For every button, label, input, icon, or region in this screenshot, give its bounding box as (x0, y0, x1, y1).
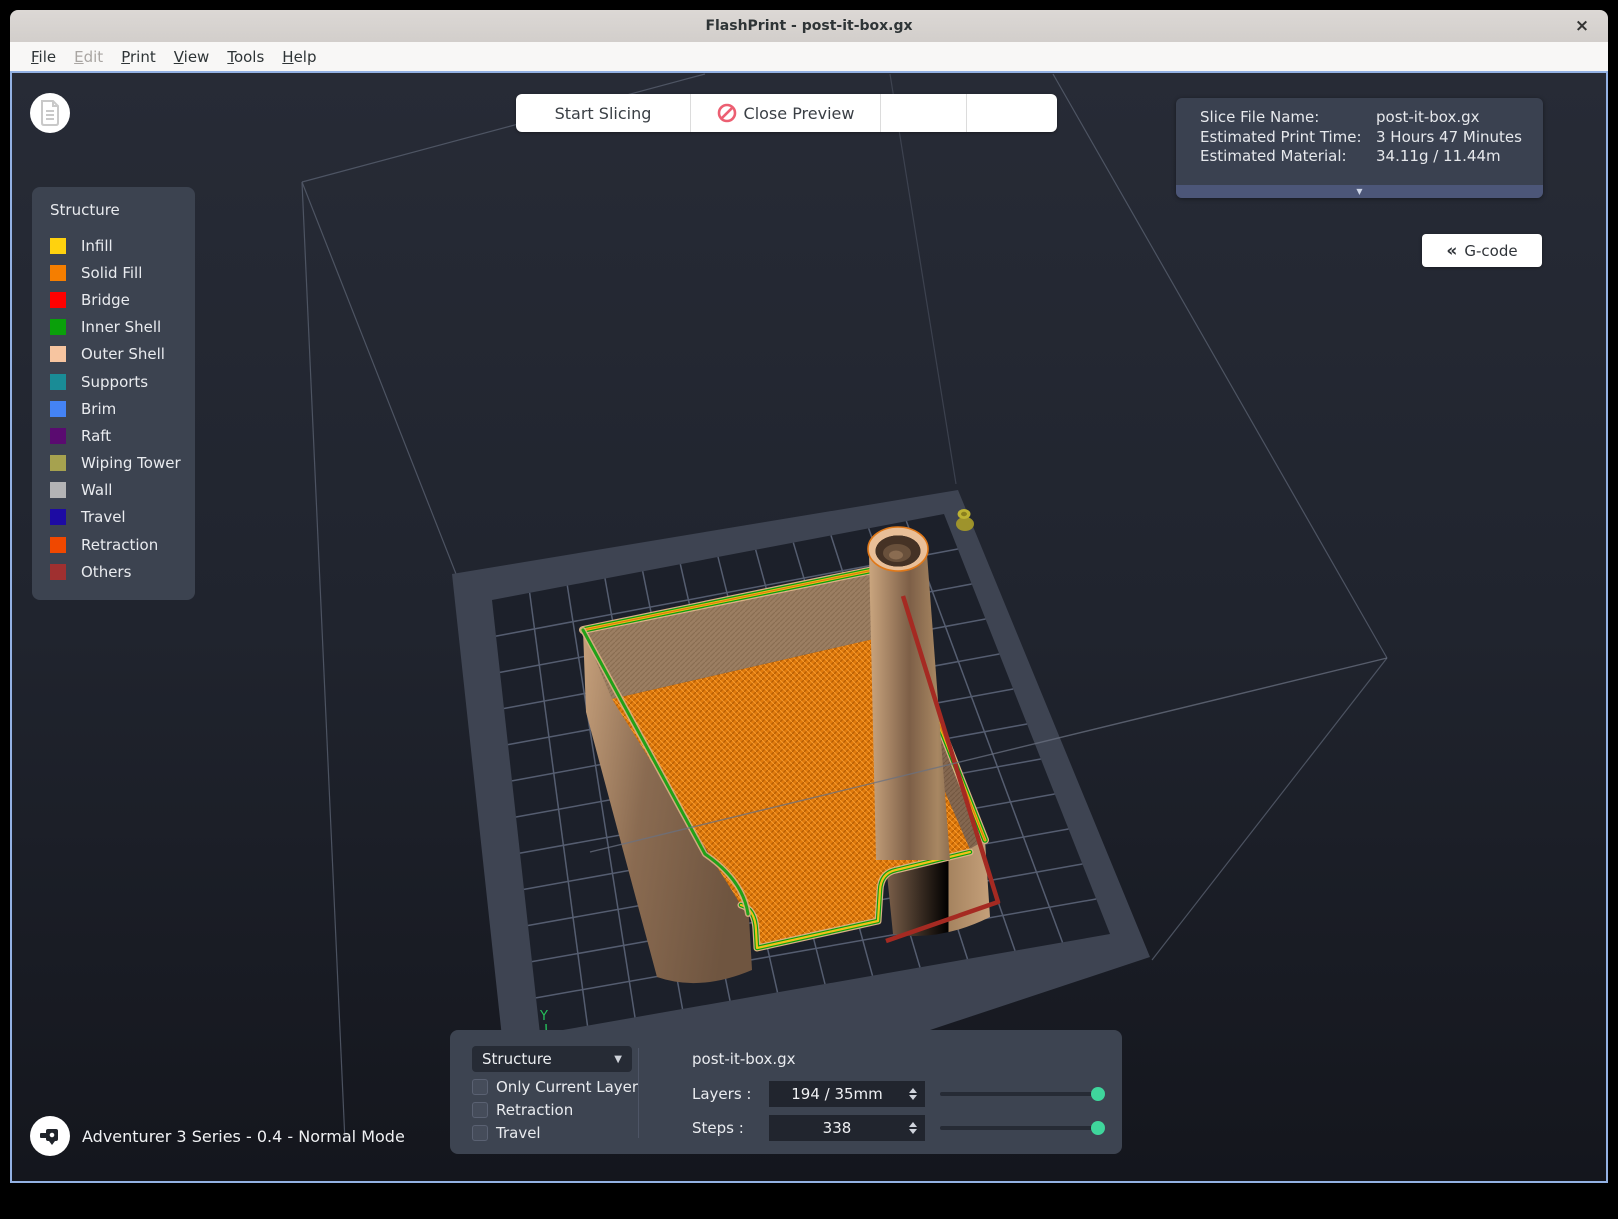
legend-item-others: Others (50, 558, 195, 585)
layers-slider[interactable] (940, 1086, 1105, 1102)
menu-print[interactable]: Print (112, 45, 165, 69)
steps-label: Steps : (692, 1119, 769, 1137)
spinner-arrows-icon[interactable] (905, 1122, 925, 1134)
info-panel-collapse-handle[interactable]: ▼ (1176, 185, 1543, 198)
window-title: FlashPrint - post-it-box.gx (705, 18, 912, 34)
legend-item-supports: Supports (50, 368, 195, 395)
start-slicing-button[interactable]: Start Slicing (516, 94, 691, 132)
legend-item-brim: Brim (50, 395, 195, 422)
material-row: Estimated Material: 34.11g / 11.44m (1200, 147, 1543, 167)
legend-item-travel: Travel (50, 504, 195, 531)
outer-shell-swatch (50, 346, 66, 362)
wiping-tower-swatch (50, 455, 66, 471)
printer-status-text: Adventurer 3 Series - 0.4 - Normal Mode (82, 1127, 405, 1146)
chevron-down-icon: ▼ (614, 1054, 622, 1065)
legend-item-outer-shell: Outer Shell (50, 341, 195, 368)
slice-file-name-row: Slice File Name: post-it-box.gx (1200, 108, 1543, 128)
double-chevron-left-icon: « (1446, 241, 1457, 261)
material-value: 34.11g / 11.44m (1376, 147, 1501, 167)
legend-item-wall: Wall (50, 477, 195, 504)
slider-track (940, 1126, 1105, 1130)
printer-select-button[interactable] (30, 1116, 70, 1156)
print-time-value: 3 Hours 47 Minutes (1376, 128, 1522, 148)
print-time-row: Estimated Print Time: 3 Hours 47 Minutes (1200, 128, 1543, 148)
legend-item-raft: Raft (50, 422, 195, 449)
extruder-icon (38, 1124, 62, 1148)
legend-item-wiping-tower: Wiping Tower (50, 450, 195, 477)
steps-slider[interactable] (940, 1120, 1105, 1136)
toolbar-empty-cell-1[interactable] (881, 94, 967, 132)
menu-edit: Edit (65, 45, 112, 69)
retraction-swatch (50, 537, 66, 553)
layers-value: 194 / 35mm (769, 1085, 905, 1103)
steps-slider-knob[interactable] (1091, 1121, 1105, 1135)
layers-label: Layers : (692, 1085, 769, 1103)
brim-swatch (50, 401, 66, 417)
others-swatch (50, 564, 66, 580)
only-current-layer-checkbox[interactable]: Only Current Layer (472, 1078, 632, 1095)
collapse-arrow-icon: ▼ (1356, 187, 1362, 196)
menu-tools[interactable]: Tools (218, 45, 273, 69)
spinner-arrows-icon[interactable] (905, 1088, 925, 1100)
preview-toolbar: Start Slicing Close Preview (516, 94, 1057, 132)
layers-slider-knob[interactable] (1091, 1087, 1105, 1101)
legend-item-inner-shell: Inner Shell (50, 314, 195, 341)
preview-file-name: post-it-box.gx (692, 1050, 1108, 1068)
panel-divider (638, 1048, 639, 1138)
svg-text:Y: Y (539, 1009, 548, 1024)
slice-info-panel: Slice File Name: post-it-box.gx Estimate… (1176, 98, 1543, 198)
view-mode-dropdown[interactable]: Structure ▼ (472, 1046, 632, 1072)
travel-swatch (50, 509, 66, 525)
prohibition-icon (717, 103, 737, 123)
solid-fill-swatch (50, 265, 66, 281)
steps-spinbox[interactable]: 338 (769, 1115, 925, 1141)
legend-item-infill: Infill (50, 232, 195, 259)
checkbox-box (472, 1102, 488, 1118)
supports-swatch (50, 374, 66, 390)
legend-title: Structure (50, 201, 195, 219)
gcode-button[interactable]: « G-code (1422, 234, 1542, 267)
legend-item-bridge: Bridge (50, 286, 195, 313)
legend-item-solid-fill: Solid Fill (50, 259, 195, 286)
inner-shell-swatch (50, 319, 66, 335)
checkbox-box (472, 1125, 488, 1141)
printer-status: Adventurer 3 Series - 0.4 - Normal Mode (30, 1116, 405, 1156)
menu-help[interactable]: Help (273, 45, 325, 69)
close-window-button[interactable]: × (1570, 14, 1594, 38)
raft-swatch (50, 428, 66, 444)
menu-file[interactable]: File (22, 45, 65, 69)
legend-item-retraction: Retraction (50, 531, 195, 558)
toolbar-empty-cell-2[interactable] (967, 94, 1057, 132)
layers-spinbox[interactable]: 194 / 35mm (769, 1081, 925, 1107)
structure-legend-panel: Structure Infill Solid Fill Bridge Inner… (32, 187, 195, 600)
travel-checkbox[interactable]: Travel (472, 1124, 632, 1141)
slice-file-name-value: post-it-box.gx (1376, 108, 1480, 128)
3d-viewport[interactable]: Y Start Slicing (10, 71, 1608, 1183)
close-preview-button[interactable]: Close Preview (691, 94, 881, 132)
bridge-swatch (50, 292, 66, 308)
build-plate-scene: Y (12, 73, 1606, 1183)
steps-value: 338 (769, 1119, 905, 1137)
menu-view[interactable]: View (165, 45, 219, 69)
slider-track (940, 1092, 1105, 1096)
infill-swatch (50, 238, 66, 254)
checkbox-box (472, 1079, 488, 1095)
app-window: FlashPrint - post-it-box.gx × File Edit … (10, 10, 1608, 1183)
retraction-checkbox[interactable]: Retraction (472, 1101, 632, 1118)
title-bar: FlashPrint - post-it-box.gx × (10, 10, 1608, 42)
model-file-button[interactable] (30, 93, 70, 133)
wall-swatch (50, 482, 66, 498)
document-icon (39, 100, 61, 126)
menu-bar: File Edit Print View Tools Help (10, 42, 1608, 71)
layer-preview-panel: Structure ▼ Only Current Layer Retractio… (450, 1030, 1122, 1154)
